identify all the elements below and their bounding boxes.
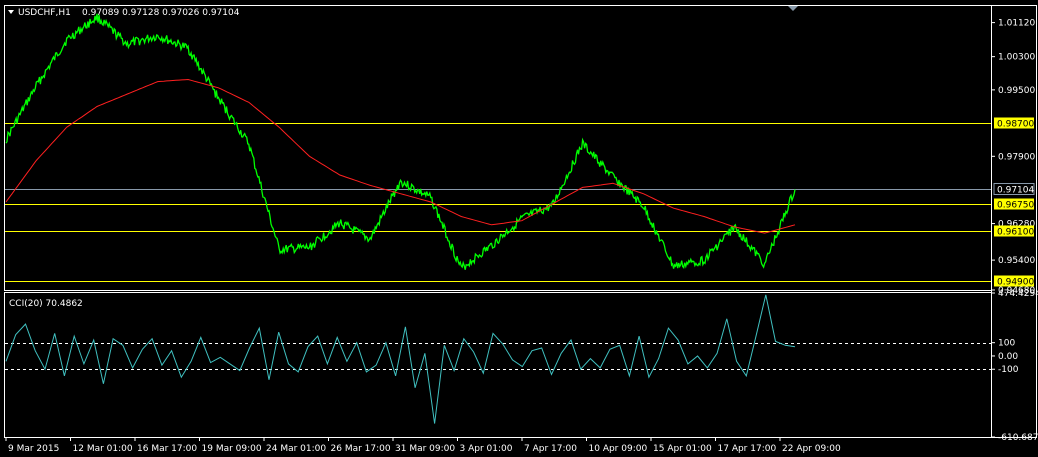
time-tick-label: 26 Mar 17:00	[331, 444, 391, 454]
hline-price-label: 0.98700	[997, 120, 1034, 130]
time-tick-label: 19 Mar 09:00	[202, 444, 262, 454]
price-tick-label: 0.97900	[998, 152, 1035, 162]
time-tick-label: 16 Mar 17:00	[137, 444, 197, 454]
hline-price-label: 0.96750	[997, 201, 1034, 211]
price-tick-label: 0.95400	[998, 256, 1035, 266]
time-tick-label: 15 Apr 01:00	[653, 444, 712, 454]
indicator-tick-label: -100	[998, 365, 1019, 375]
time-tick-label: 17 Apr 17:00	[718, 444, 777, 454]
time-tick-label: 12 Mar 01:00	[73, 444, 133, 454]
symbol-header: USDCHF,H1	[18, 8, 71, 18]
time-tick-label: 9 Mar 2015	[8, 444, 59, 454]
hline-price-label: 0.96100	[997, 228, 1034, 238]
price-tick-label: 1.01120	[998, 19, 1035, 29]
indicator-header: CCI(20) 70.4862	[9, 299, 83, 309]
indicator-tick-label: 100	[998, 339, 1015, 349]
hline-price-label: 0.97104	[997, 186, 1034, 196]
time-tick-label: 7 Apr 17:00	[524, 444, 577, 454]
time-tick-label: 10 Apr 09:00	[589, 444, 648, 454]
time-tick-label: 3 Apr 01:00	[460, 444, 513, 454]
time-tick-label: 31 Mar 09:00	[395, 444, 455, 454]
price-tick-label: 1.00300	[998, 53, 1035, 63]
time-tick-label: 22 Apr 09:00	[782, 444, 841, 454]
indicator-tick-label: 474.4294	[998, 289, 1038, 299]
chart-window: USDCHF,H1 0.97089 0.97128 0.97026 0.9710…	[0, 0, 1038, 457]
hline-price-label: 0.94900	[997, 278, 1034, 288]
ohlc-values: 0.97089 0.97128 0.97026 0.97104	[82, 8, 240, 18]
indicator-tick-label: 0.00	[998, 352, 1018, 362]
indicator-tick-label: -610.6873	[998, 433, 1038, 443]
time-tick-label: 24 Mar 01:00	[266, 444, 326, 454]
price-tick-label: 0.99500	[998, 86, 1035, 96]
